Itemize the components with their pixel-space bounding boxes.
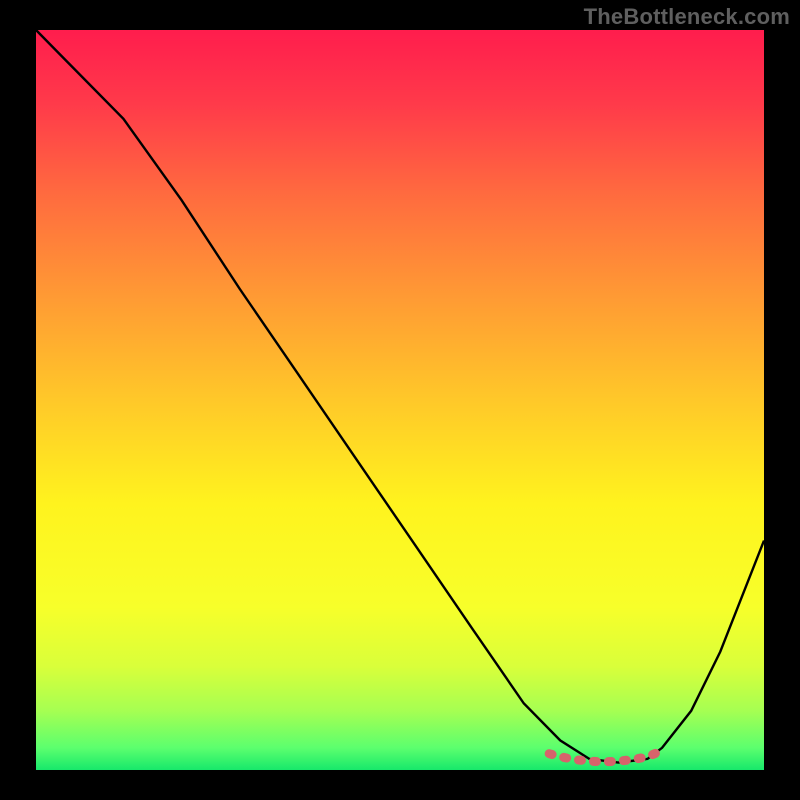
chart-frame: TheBottleneck.com bbox=[0, 0, 800, 800]
watermark-text: TheBottleneck.com bbox=[584, 4, 790, 30]
plot-background bbox=[36, 30, 764, 770]
bottleneck-chart bbox=[0, 0, 800, 800]
